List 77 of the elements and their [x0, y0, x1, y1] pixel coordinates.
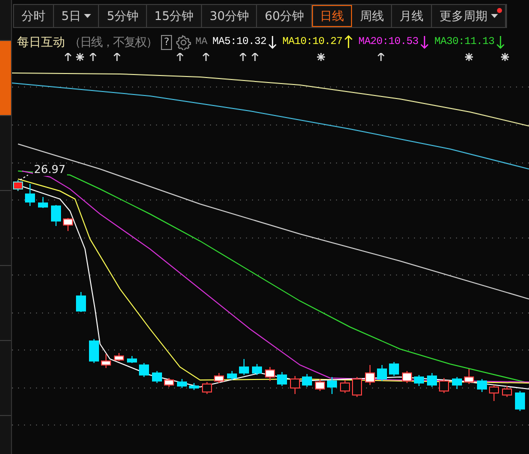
event-arrow-icon[interactable]	[202, 53, 210, 62]
period-tab[interactable]: 5分钟	[99, 5, 147, 27]
candlestick	[38, 196, 48, 208]
event-arrow-icon[interactable]	[113, 53, 121, 62]
period-tab[interactable]: 5日	[54, 5, 100, 27]
candlestick	[464, 368, 474, 384]
candlestick	[427, 372, 437, 388]
candlestick	[489, 384, 499, 402]
candlestick	[89, 338, 99, 364]
candlestick	[127, 356, 137, 364]
period-tab[interactable]: 15分钟	[146, 5, 202, 27]
candlestick	[389, 362, 399, 376]
event-star-icon[interactable]	[316, 53, 326, 62]
candlestick	[76, 292, 86, 312]
period-tab[interactable]: 30分钟	[202, 5, 258, 27]
candlestick	[239, 358, 249, 376]
candlestick	[189, 382, 199, 390]
candlestick	[139, 362, 149, 378]
candlestick	[177, 378, 187, 388]
event-star-icon[interactable]	[75, 53, 85, 62]
candlestick	[377, 364, 387, 382]
ma-label: MA	[195, 36, 208, 48]
chart-mode: （日线，不复权）	[69, 34, 157, 50]
candlestick	[202, 382, 212, 394]
period-tab[interactable]: 60分钟	[257, 5, 312, 27]
caret-icon	[84, 14, 91, 18]
candlestick	[51, 204, 61, 226]
candlestick	[25, 184, 35, 206]
stock-name: 每日互动	[17, 34, 65, 50]
leader-line	[20, 174, 28, 180]
candlestick	[477, 378, 487, 392]
period-tab[interactable]: 更多周期	[432, 5, 506, 27]
period-tab[interactable]: 分时	[14, 5, 54, 27]
event-star-icon[interactable]	[464, 53, 474, 62]
period-tab[interactable]: 月线	[392, 5, 432, 27]
event-arrow-icon[interactable]	[377, 53, 385, 62]
candlestick	[277, 372, 287, 386]
candlestick	[340, 380, 350, 394]
candlestick	[315, 378, 325, 392]
price-high-label: 26.97	[33, 164, 66, 176]
candlestick	[502, 386, 512, 398]
candlestick	[227, 370, 237, 380]
candlestick	[164, 378, 174, 388]
candlestick	[414, 374, 424, 386]
candlestick	[365, 364, 375, 386]
candlestick	[114, 352, 124, 362]
event-arrow-icon[interactable]	[176, 53, 184, 62]
moving-average-value: MA30:11.13	[434, 36, 494, 48]
period-tab[interactable]: 日线	[312, 5, 352, 27]
candlestick	[252, 364, 262, 376]
event-arrow-icon[interactable]	[89, 53, 97, 62]
candlestick	[265, 366, 275, 382]
candlestick	[452, 376, 462, 390]
notification-dot	[497, 8, 502, 13]
event-arrow-icon[interactable]	[239, 53, 247, 62]
candlestick	[63, 218, 73, 232]
candlestick	[152, 370, 162, 384]
candlestick	[101, 354, 111, 368]
event-star-icon[interactable]	[500, 53, 510, 62]
moving-average-value: MA20:10.53	[358, 36, 418, 48]
candlestick	[352, 376, 362, 398]
moving-average-value: MA5:10.32	[212, 36, 266, 48]
candlestick	[290, 376, 300, 394]
event-arrow-icon[interactable]	[251, 53, 259, 62]
period-tab[interactable]: 周线	[352, 5, 392, 27]
caret-icon	[490, 14, 498, 18]
moving-average-value: MA10:10.27	[282, 36, 342, 48]
candlestick	[327, 376, 337, 394]
help-button[interactable]: ?	[161, 34, 172, 50]
candlestick	[214, 372, 224, 384]
settings-icon[interactable]	[176, 34, 192, 50]
candlestick	[515, 390, 525, 412]
candlestick	[402, 370, 412, 384]
event-arrow-icon[interactable]	[64, 53, 72, 62]
candlestick	[439, 378, 449, 394]
candlestick	[13, 180, 23, 192]
candlestick	[302, 374, 312, 388]
